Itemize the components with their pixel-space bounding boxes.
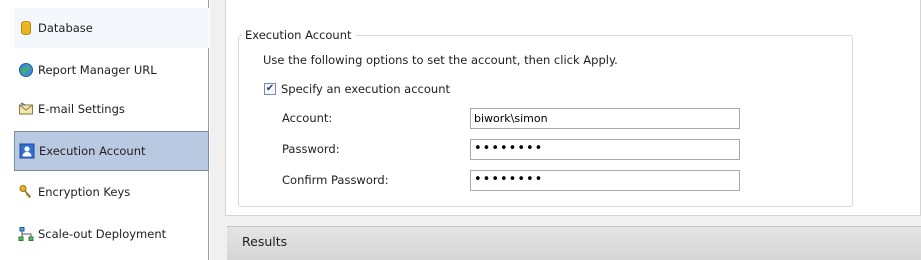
sidebar-item-label: Scale-out Deployment: [38, 227, 167, 241]
group-title: Execution Account: [242, 28, 355, 42]
envelope-icon: [18, 101, 34, 117]
sidebar-item-label: Database: [38, 21, 93, 35]
check-icon: ✔: [265, 83, 275, 94]
results-header: [227, 226, 921, 260]
password-field[interactable]: [470, 139, 740, 160]
user-account-icon: [19, 143, 35, 159]
account-field[interactable]: [470, 108, 740, 129]
sidebar-item-execution-account[interactable]: Execution Account: [14, 131, 209, 171]
sidebar-item-label: Encryption Keys: [38, 185, 131, 199]
specify-execution-account-checkbox[interactable]: ✔: [264, 83, 276, 95]
globe-icon: [18, 62, 34, 78]
account-label: Account:: [282, 111, 333, 125]
sidebar-item-database[interactable]: Database: [14, 8, 209, 48]
results-title: Results: [242, 234, 288, 249]
sidebar-item-email-settings[interactable]: E-mail Settings: [14, 89, 209, 129]
confirm-password-field[interactable]: [470, 170, 740, 191]
confirm-password-label: Confirm Password:: [282, 173, 389, 187]
database-icon: [18, 20, 34, 36]
sidebar-item-report-manager-url[interactable]: Report Manager URL: [14, 50, 209, 90]
sidebar-item-encryption-keys[interactable]: Encryption Keys: [14, 172, 209, 212]
sidebar-item-label: Report Manager URL: [38, 63, 157, 77]
sidebar: Database Report Manager URL E-mail Setti…: [0, 0, 209, 260]
password-label: Password:: [282, 142, 340, 156]
sidebar-item-label: E-mail Settings: [38, 102, 125, 116]
instructions-text: Use the following options to set the acc…: [263, 53, 618, 67]
specify-execution-account-label: Specify an execution account: [281, 82, 451, 96]
sidebar-item-label: Execution Account: [39, 144, 146, 158]
network-icon: [18, 226, 34, 242]
keys-icon: [18, 184, 34, 200]
sidebar-item-scale-out-deployment[interactable]: Scale-out Deployment: [14, 214, 209, 254]
